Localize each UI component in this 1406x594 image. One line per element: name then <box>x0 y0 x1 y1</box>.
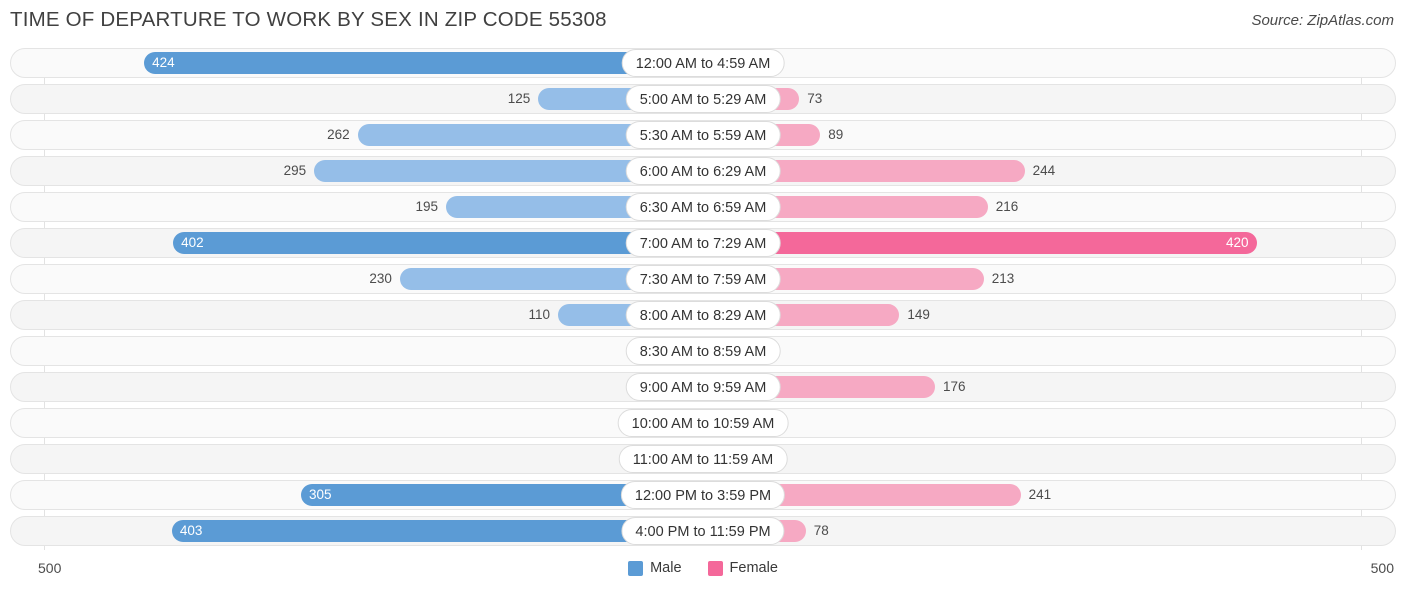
page-title: TIME OF DEPARTURE TO WORK BY SEX IN ZIP … <box>10 8 607 31</box>
value-label-female: 244 <box>1032 163 1056 178</box>
chart-header: TIME OF DEPARTURE TO WORK BY SEX IN ZIP … <box>0 0 1406 44</box>
chart-row: 402 420 7:00 AM to 7:29 AM <box>10 228 1396 258</box>
value-label-male: 305 <box>309 487 332 502</box>
value-label-male: 230 <box>369 271 392 286</box>
source-attribution: Source: ZipAtlas.com <box>1251 12 1394 29</box>
chart-row: 4243212:00 AM to 4:59 AM <box>10 48 1396 78</box>
category-label: 5:00 AM to 5:29 AM <box>625 85 781 113</box>
value-label-female: 73 <box>807 91 823 106</box>
chart-row: 195 216 6:30 AM to 6:59 AM <box>10 192 1396 222</box>
category-label: 7:30 AM to 7:59 AM <box>625 265 781 293</box>
value-label-female: 176 <box>942 379 966 394</box>
legend-label: Female <box>729 560 778 576</box>
legend-swatch-icon <box>707 560 723 576</box>
value-label-male: 195 <box>415 199 438 214</box>
bar-male <box>144 52 703 74</box>
category-label: 6:00 AM to 6:29 AM <box>625 157 781 185</box>
chart-row: 27408:30 AM to 8:59 AM <box>10 336 1396 366</box>
chart-legend: Male Female <box>0 560 1406 576</box>
legend-item[interactable]: Male <box>628 560 682 576</box>
legend-item[interactable]: Female <box>707 560 778 576</box>
value-label-female: 213 <box>991 271 1015 286</box>
value-label-male: 403 <box>179 523 203 538</box>
value-label-female: 89 <box>828 127 844 142</box>
chart-row: 262 89 5:30 AM to 5:59 AM <box>10 120 1396 150</box>
category-label: 10:00 AM to 10:59 AM <box>617 409 789 437</box>
chart-row: 125 73 5:00 AM to 5:29 AM <box>10 84 1396 114</box>
value-label-female: 216 <box>995 199 1019 214</box>
chart-footer: 500 500 Male Female <box>0 552 1406 594</box>
category-label: 8:30 AM to 8:59 AM <box>625 337 781 365</box>
bar-male <box>173 232 703 254</box>
category-label: 11:00 AM to 11:59 AM <box>618 445 788 473</box>
chart-row: 403 78 4:00 PM to 11:59 PM <box>10 516 1396 546</box>
value-label-male: 262 <box>327 127 350 142</box>
category-label: 6:30 AM to 6:59 AM <box>625 193 781 221</box>
chart-row: 371769:00 AM to 9:59 AM <box>10 372 1396 402</box>
chart-row: 295 244 6:00 AM to 6:29 AM <box>10 156 1396 186</box>
legend-swatch-icon <box>628 560 644 576</box>
chart-page: TIME OF DEPARTURE TO WORK BY SEX IN ZIP … <box>0 0 1406 594</box>
category-label: 12:00 AM to 4:59 AM <box>621 49 785 77</box>
category-label: 9:00 AM to 9:59 AM <box>625 373 781 401</box>
category-label: 4:00 PM to 11:59 PM <box>621 517 785 545</box>
category-label: 8:00 AM to 8:29 AM <box>625 301 781 329</box>
chart-row: 110 149 8:00 AM to 8:29 AM <box>10 300 1396 330</box>
category-label: 12:00 PM to 3:59 PM <box>620 481 786 509</box>
category-label: 5:30 AM to 5:59 AM <box>625 121 781 149</box>
value-label-female: 241 <box>1028 487 1052 502</box>
value-label-female: 149 <box>907 307 930 322</box>
value-label-female: 78 <box>813 523 829 538</box>
chart-row: 305 241 12:00 PM to 3:59 PM <box>10 480 1396 510</box>
value-label-male: 402 <box>181 235 204 250</box>
chart-row: 42110:00 AM to 10:59 AM <box>10 408 1396 438</box>
category-label: 7:00 AM to 7:29 AM <box>625 229 781 257</box>
chart-row: 0311:00 AM to 11:59 AM <box>10 444 1396 474</box>
value-label-female: 420 <box>1226 235 1249 250</box>
bar-female <box>703 232 1257 254</box>
diverging-bar-plot: 4243212:00 AM to 4:59 AM 125 73 5:00 AM to … <box>10 48 1396 550</box>
value-label-male: 110 <box>528 307 551 322</box>
value-label-male: 424 <box>152 55 175 70</box>
legend-label: Male <box>650 560 682 576</box>
value-label-male: 295 <box>283 163 307 178</box>
value-label-male: 125 <box>507 91 531 106</box>
chart-row: 230 213 7:30 AM to 7:59 AM <box>10 264 1396 294</box>
